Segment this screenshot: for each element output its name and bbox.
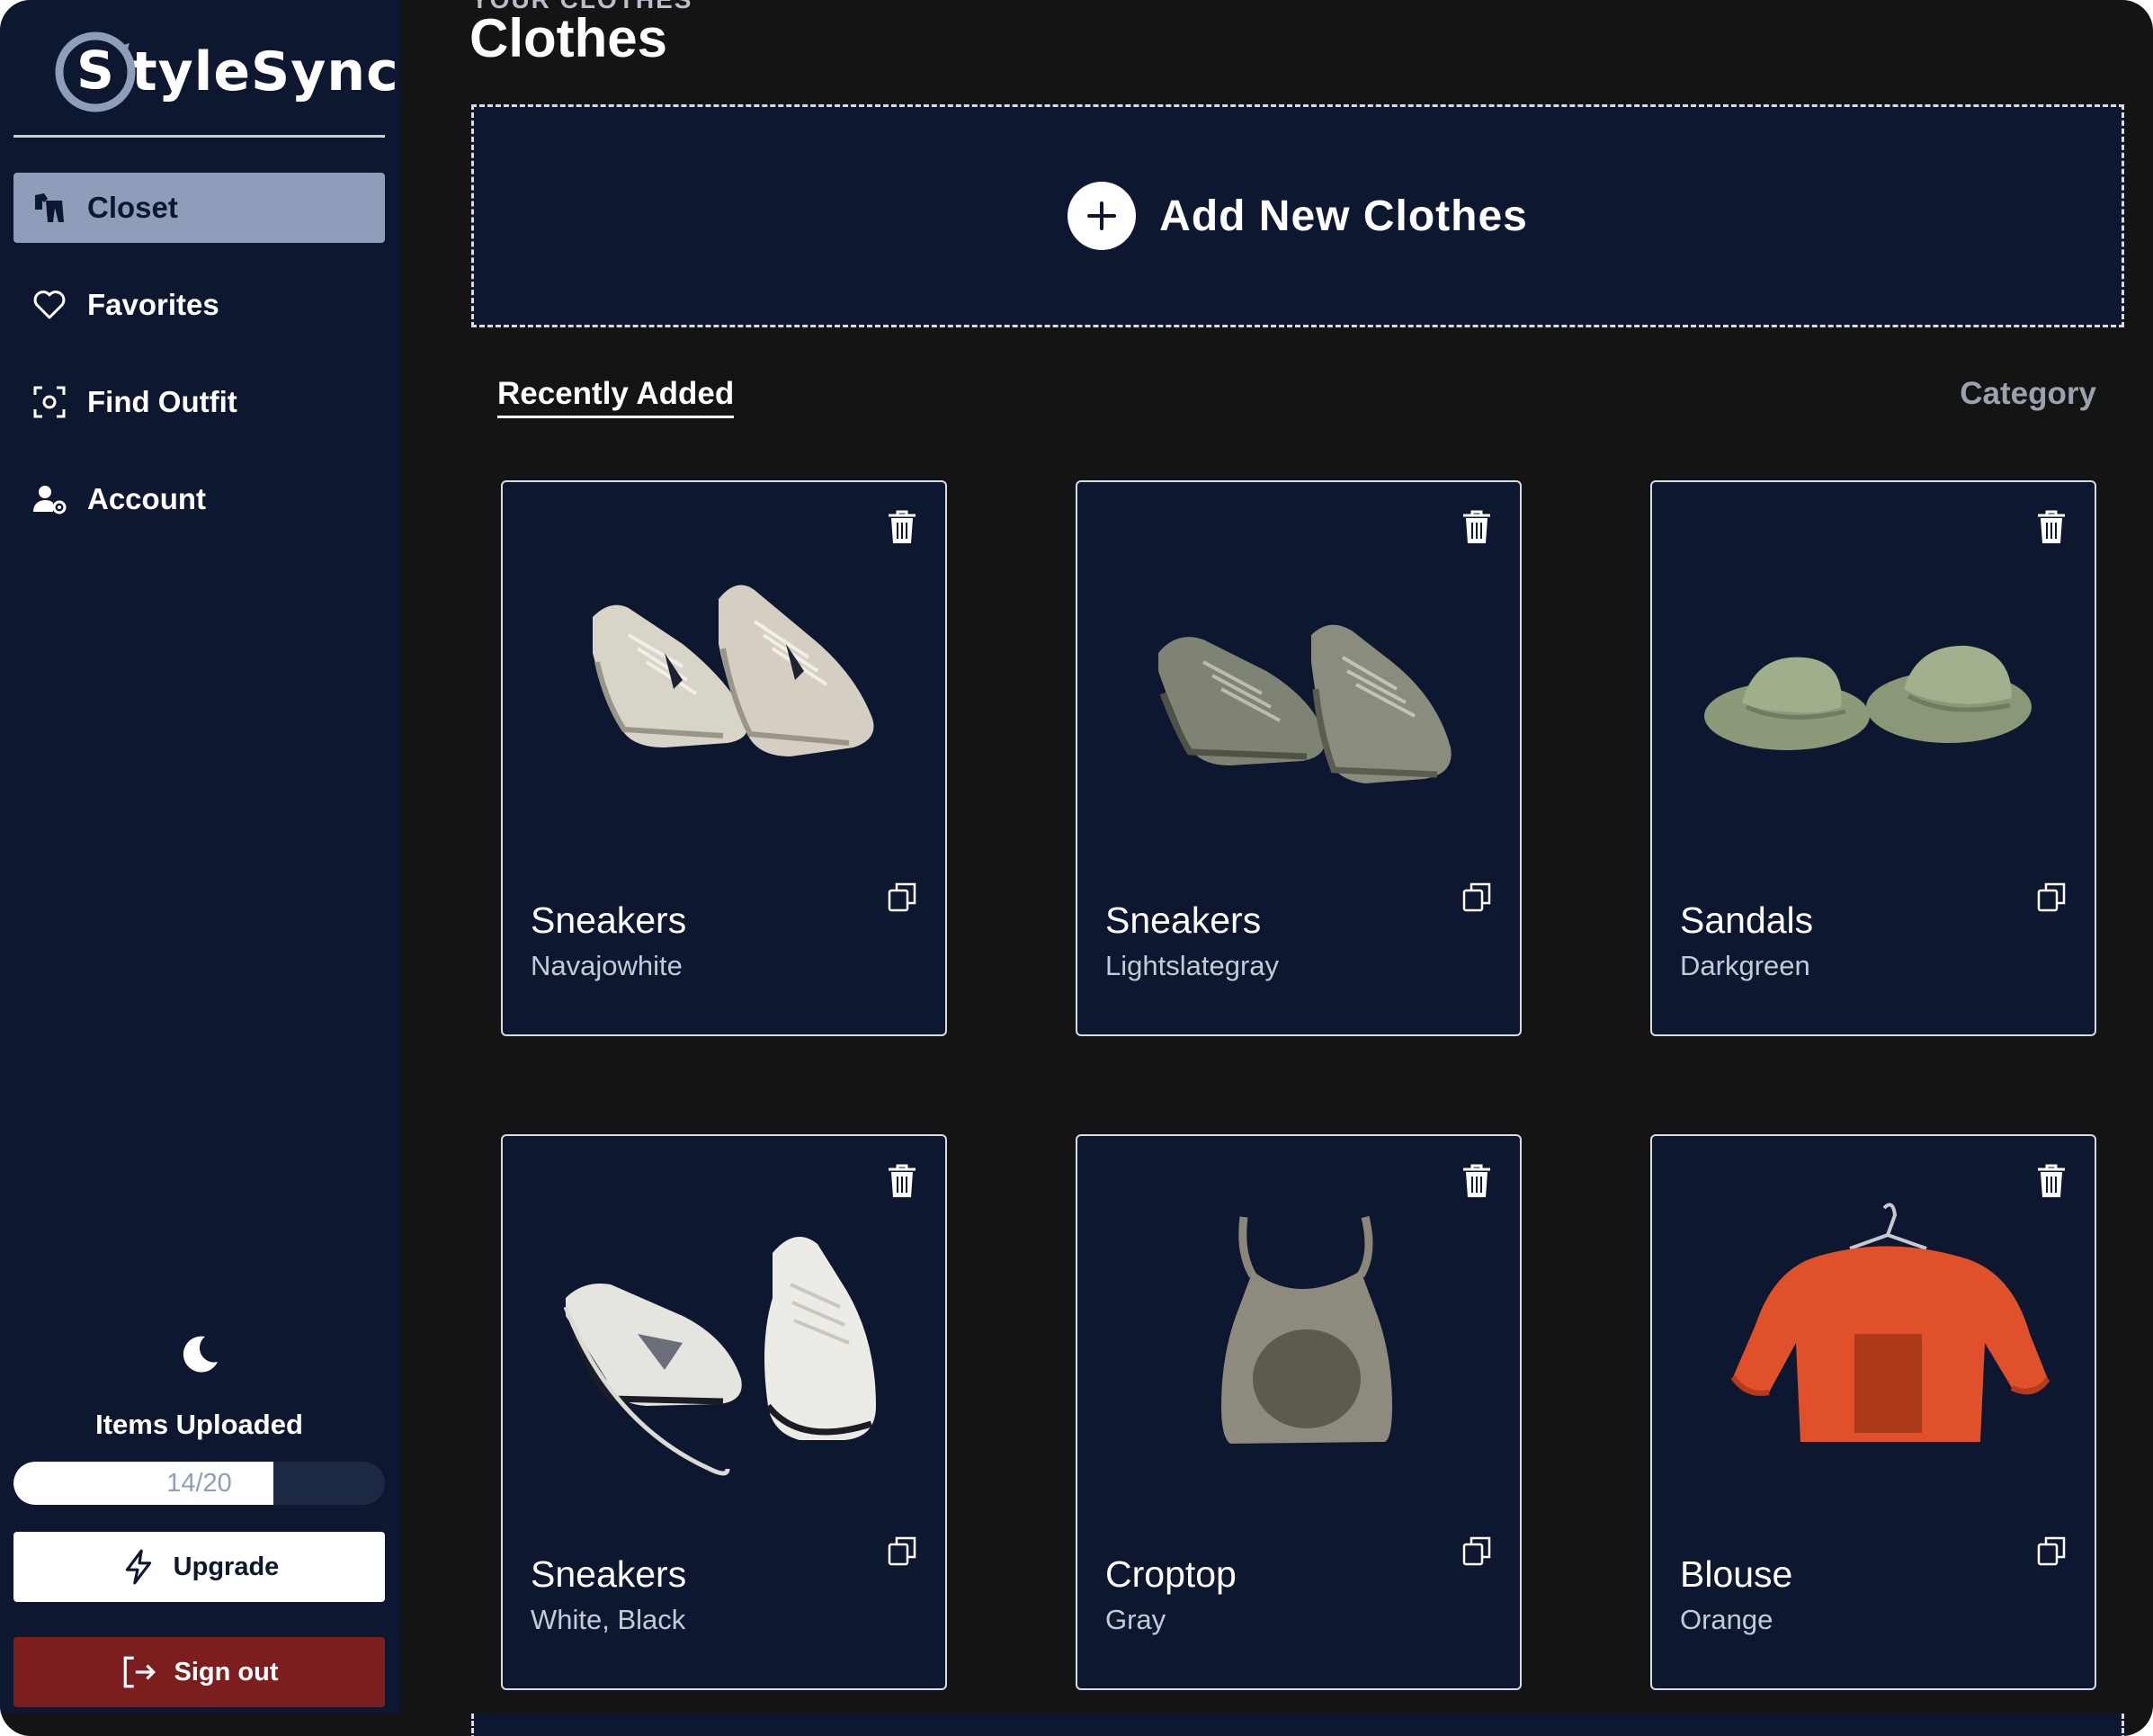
sidebar: S tyleSync Closet Favorites Find Outfit bbox=[0, 0, 400, 1714]
trash-icon[interactable] bbox=[886, 1163, 918, 1199]
clothing-color: Gray bbox=[1105, 1604, 1166, 1635]
clothing-color: Lightslategray bbox=[1105, 950, 1280, 981]
clothing-name: Sneakers bbox=[1105, 899, 1262, 941]
closet-icon bbox=[30, 188, 69, 228]
sneakers-gray-icon bbox=[1158, 624, 1452, 783]
dropzone-bottom-edge bbox=[471, 1714, 2124, 1736]
clothing-color: White, Black bbox=[531, 1604, 686, 1635]
duplicate-icon[interactable] bbox=[2037, 881, 2066, 912]
sidebar-item-label: Account bbox=[87, 482, 206, 515]
logo-s-icon: S bbox=[54, 31, 137, 113]
clothing-card[interactable]: Croptop Gray bbox=[1076, 1134, 1522, 1690]
sidebar-item-closet[interactable]: Closet bbox=[13, 173, 385, 243]
clothing-name: Sandals bbox=[1680, 899, 1814, 941]
duplicate-icon[interactable] bbox=[1462, 881, 1491, 912]
blouse-icon bbox=[1730, 1203, 2050, 1442]
tab-category[interactable]: Category bbox=[1960, 376, 2096, 412]
clothing-name: Croptop bbox=[1105, 1553, 1237, 1595]
sidebar-divider bbox=[13, 135, 385, 138]
trash-icon[interactable] bbox=[2035, 1163, 2068, 1199]
sidebar-item-label: Find Outfit bbox=[87, 385, 237, 418]
clothing-card[interactable]: Sneakers Navajowhite bbox=[501, 480, 947, 1036]
heart-icon bbox=[30, 285, 69, 325]
clothing-card[interactable]: Sneakers Lightslategray bbox=[1076, 480, 1522, 1036]
items-uploaded-label: Items Uploaded bbox=[95, 1409, 303, 1440]
trash-icon[interactable] bbox=[2035, 509, 2068, 545]
upload-progress-text: 14/20 bbox=[166, 1468, 232, 1498]
clothing-card[interactable]: Sneakers White, Black bbox=[501, 1134, 947, 1690]
page-title: Clothes bbox=[469, 8, 668, 68]
sign-out-button[interactable]: Sign out bbox=[13, 1637, 385, 1707]
clothing-name: Blouse bbox=[1680, 1553, 1793, 1595]
svg-text:S: S bbox=[76, 40, 114, 101]
upgrade-label: Upgrade bbox=[173, 1552, 280, 1581]
clothing-color: Darkgreen bbox=[1680, 950, 1810, 981]
clothing-color: Navajowhite bbox=[531, 950, 683, 981]
clothing-card[interactable]: Sandals Darkgreen bbox=[1650, 480, 2096, 1036]
trash-icon[interactable] bbox=[1461, 1163, 1493, 1199]
upgrade-button[interactable]: Upgrade bbox=[13, 1532, 385, 1602]
duplicate-icon[interactable] bbox=[2037, 1535, 2066, 1566]
app-name: tyleSync bbox=[131, 40, 399, 103]
sidebar-item-account[interactable]: Account bbox=[13, 464, 385, 534]
trash-icon[interactable] bbox=[1461, 509, 1493, 545]
scan-icon bbox=[30, 382, 69, 422]
sneakers-laces-icon bbox=[563, 1237, 876, 1476]
sign-out-label: Sign out bbox=[174, 1657, 279, 1687]
clothing-card[interactable]: Blouse Orange bbox=[1650, 1134, 2096, 1690]
clothing-name: Sneakers bbox=[531, 899, 687, 941]
bolt-icon bbox=[125, 1549, 151, 1585]
app-window: S tyleSync Closet Favorites Find Outfit bbox=[0, 0, 2153, 1736]
sidebar-item-label: Closet bbox=[87, 191, 178, 224]
upload-progress-bar: 14/20 bbox=[13, 1462, 385, 1505]
moon-icon[interactable] bbox=[178, 1331, 223, 1376]
plus-icon bbox=[1068, 182, 1137, 250]
app-logo[interactable]: S tyleSync bbox=[54, 27, 399, 117]
sign-out-icon bbox=[123, 1656, 156, 1688]
duplicate-icon[interactable] bbox=[888, 881, 916, 912]
clothing-color: Orange bbox=[1680, 1604, 1773, 1635]
add-new-clothes-label: Add New Clothes bbox=[1159, 192, 1528, 240]
sidebar-item-find-outfit[interactable]: Find Outfit bbox=[13, 367, 385, 437]
clothing-name: Sneakers bbox=[531, 1553, 687, 1595]
tab-recently-added[interactable]: Recently Added bbox=[497, 376, 735, 418]
sandals-icon bbox=[1704, 645, 2032, 750]
trash-icon[interactable] bbox=[886, 509, 918, 545]
user-gear-icon bbox=[30, 479, 69, 519]
duplicate-icon[interactable] bbox=[888, 1535, 916, 1566]
sidebar-item-label: Favorites bbox=[87, 288, 219, 321]
sidebar-item-favorites[interactable]: Favorites bbox=[13, 270, 385, 340]
croptop-icon bbox=[1221, 1215, 1392, 1444]
sneakers-white-icon bbox=[593, 585, 874, 756]
duplicate-icon[interactable] bbox=[1462, 1535, 1491, 1566]
add-new-clothes-dropzone[interactable]: Add New Clothes bbox=[471, 104, 2124, 327]
